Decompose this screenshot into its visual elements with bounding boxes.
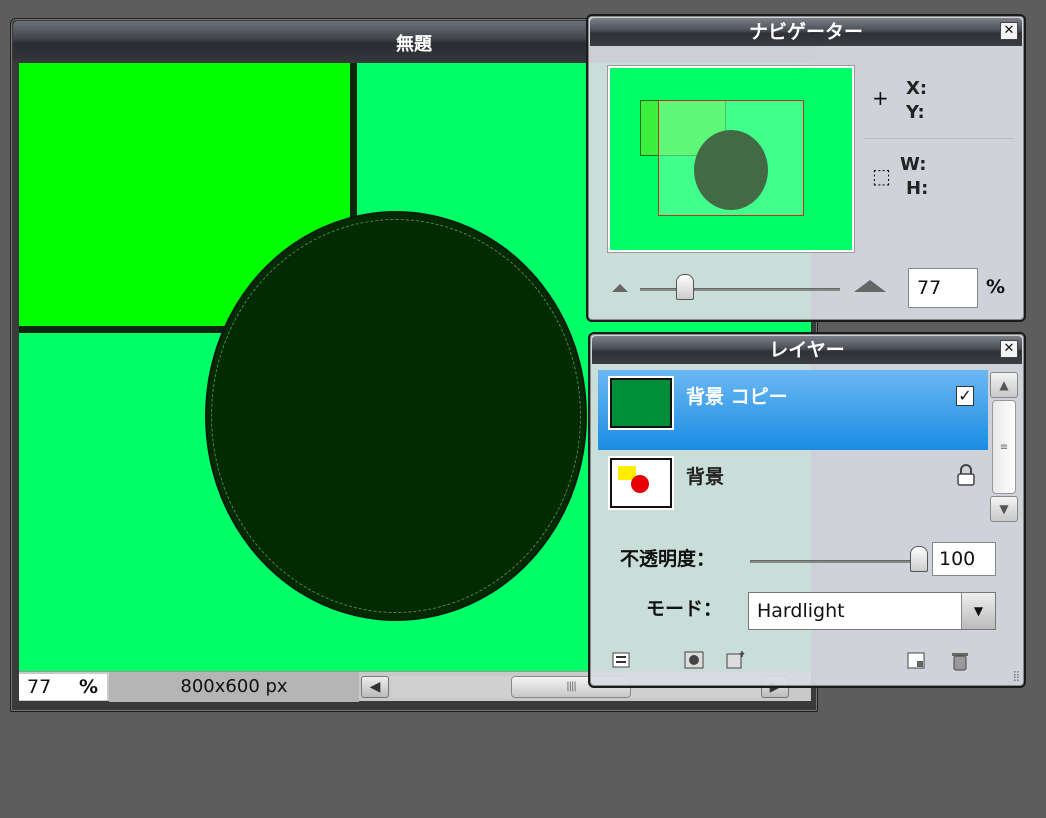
navigator-palette[interactable]: ナビゲーター ✕ + X: Y: ⬚ W: H: 77 % <box>586 14 1026 322</box>
blend-mode-label: モード： <box>646 598 723 620</box>
new-layer-icon[interactable] <box>904 650 928 672</box>
layers-palette[interactable]: レイヤー ✕ 背景 コピー ✓ 背景 ▲ ≡ ▼ 不透明度： 100 モード： … <box>588 332 1026 688</box>
mask-icon <box>684 651 704 669</box>
resize-grip-icon[interactable]: ⣿ <box>1013 671 1020 682</box>
scroll-down-button[interactable]: ▼ <box>990 496 1018 522</box>
zoom-in-icon[interactable] <box>854 280 886 292</box>
layer-mask-icon[interactable] <box>682 650 706 672</box>
opacity-slider-track[interactable] <box>750 560 920 563</box>
layer-vertical-scrollbar[interactable]: ▲ ≡ ▼ <box>990 372 1020 528</box>
zoom-input[interactable]: 77 <box>908 268 978 308</box>
lock-icon-graphic <box>957 464 975 486</box>
blend-mode-select[interactable]: Hardlight ▼ <box>748 592 996 630</box>
selection-outline <box>211 219 581 613</box>
h-label: H: <box>906 178 929 199</box>
document-size: 800x600 px <box>109 672 359 702</box>
layer-effects-icon[interactable] <box>724 650 748 672</box>
zoom-value: 77 <box>27 676 52 698</box>
sliders-icon <box>612 652 630 668</box>
opacity-label: 不透明度： <box>620 548 716 570</box>
lock-icon <box>956 464 976 486</box>
trash-icon[interactable] <box>948 650 972 672</box>
x-label: X: <box>906 78 928 99</box>
vertical-scroll-thumb[interactable]: ≡ <box>992 400 1016 494</box>
blend-mode-value: Hardlight <box>757 600 845 622</box>
layer-row[interactable]: 背景 <box>598 450 988 530</box>
zoom-slider-thumb[interactable] <box>676 274 694 300</box>
zoom-out-icon[interactable] <box>612 284 628 292</box>
chevron-down-icon[interactable]: ▼ <box>961 593 995 629</box>
visibility-checkbox[interactable]: ✓ <box>956 386 974 406</box>
zoom-field[interactable]: 77 % <box>19 674 107 700</box>
layer-list: 背景 コピー ✓ 背景 <box>598 370 988 528</box>
layer-name: 背景 <box>686 466 725 488</box>
y-label: Y: <box>906 102 925 123</box>
zoom-slider-track[interactable] <box>640 288 840 291</box>
scroll-up-button[interactable]: ▲ <box>990 372 1018 398</box>
layers-title[interactable]: レイヤー <box>592 336 1022 364</box>
thumbnail-image <box>618 466 649 493</box>
opacity-input[interactable]: 100 <box>932 542 996 576</box>
w-label: W: <box>900 154 927 175</box>
layer-thumbnail <box>610 458 672 508</box>
marquee-size-icon: ⬚ <box>872 164 891 188</box>
new-page-icon <box>907 652 925 669</box>
layer-name: 背景 コピー <box>686 386 788 408</box>
navigator-preview[interactable] <box>608 66 854 252</box>
close-icon[interactable]: ✕ <box>1000 22 1018 40</box>
layer-row[interactable]: 背景 コピー ✓ <box>598 370 988 450</box>
zoom-unit: % <box>79 676 99 698</box>
opacity-slider-thumb[interactable] <box>910 546 928 572</box>
sparkle-icon <box>726 651 745 669</box>
trash-graphic <box>952 653 968 671</box>
layer-settings-icon[interactable] <box>610 650 634 672</box>
navigator-title[interactable]: ナビゲーター <box>590 18 1022 46</box>
preview-ellipse <box>694 130 768 210</box>
zoom-percent-label: % <box>986 276 1006 298</box>
crosshair-icon: + <box>872 86 889 110</box>
close-icon[interactable]: ✕ <box>1000 340 1018 358</box>
layer-thumbnail <box>610 378 672 428</box>
scroll-left-button[interactable]: ◀ <box>361 676 389 698</box>
divider <box>864 138 1014 139</box>
